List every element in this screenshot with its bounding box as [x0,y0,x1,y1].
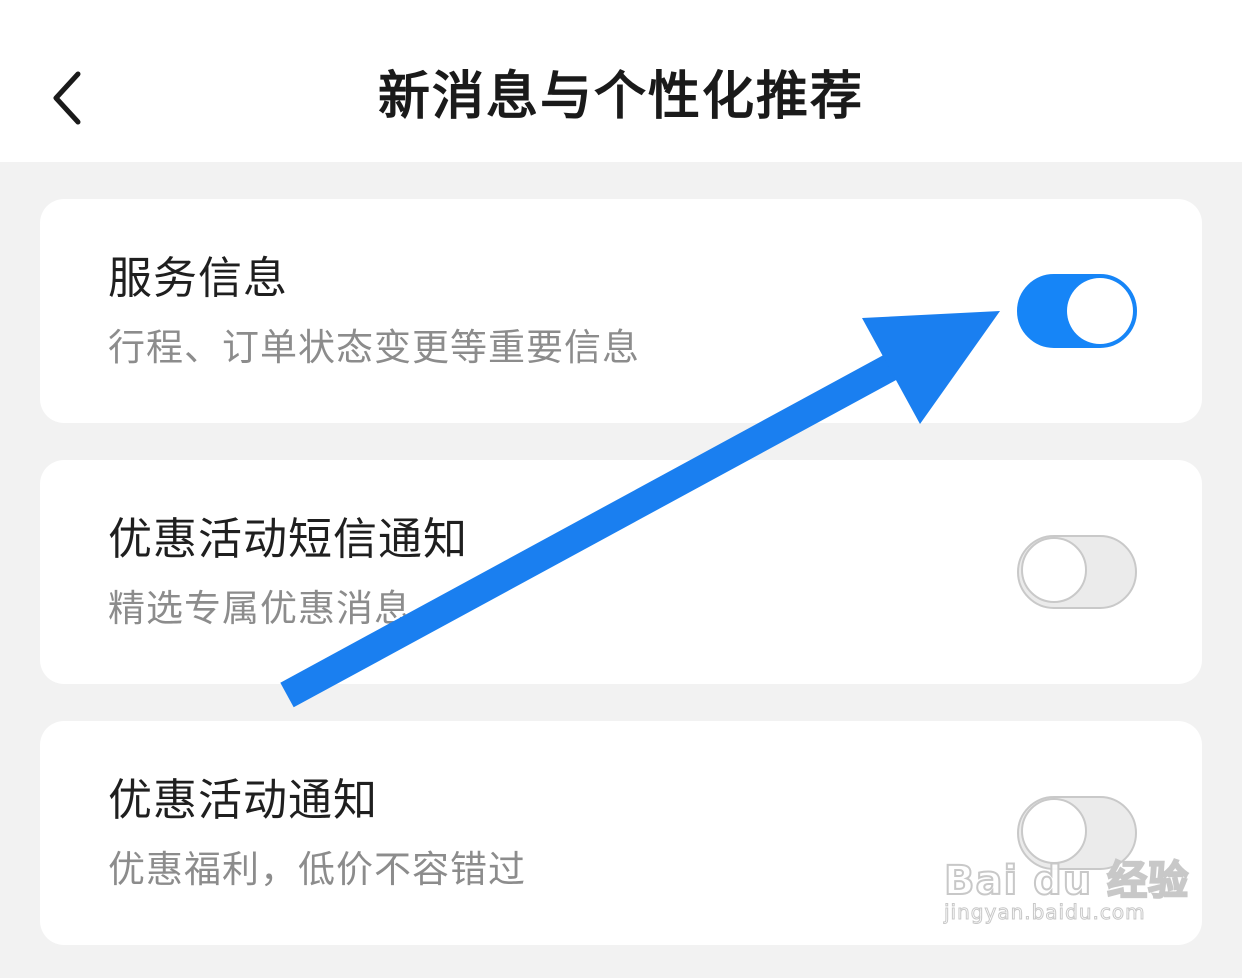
setting-card-service-info: 服务信息 行程、订单状态变更等重要信息 [40,199,1202,423]
setting-label: 服务信息 [108,253,288,304]
setting-description: 精选专属优惠消息 [108,587,412,630]
toggle-knob [1067,278,1133,344]
page-title: 新消息与个性化推荐 [377,67,864,127]
setting-card-promo-notify: 优惠活动通知 优惠福利，低价不容错过 [40,721,1202,945]
setting-card-promo-sms: 优惠活动短信通知 精选专属优惠消息 [40,460,1202,684]
top-bar: 新消息与个性化推荐 [0,0,1242,162]
setting-description: 优惠福利，低价不容错过 [108,848,526,891]
setting-label: 优惠活动短信通知 [108,514,468,565]
setting-label: 优惠活动通知 [108,775,378,826]
promo-sms-toggle[interactable] [1017,535,1137,609]
toggle-knob [1021,537,1087,603]
promo-notify-toggle[interactable] [1017,796,1137,870]
setting-description: 行程、订单状态变更等重要信息 [108,326,640,369]
toggle-knob [1021,798,1087,864]
service-info-toggle[interactable] [1017,274,1137,348]
